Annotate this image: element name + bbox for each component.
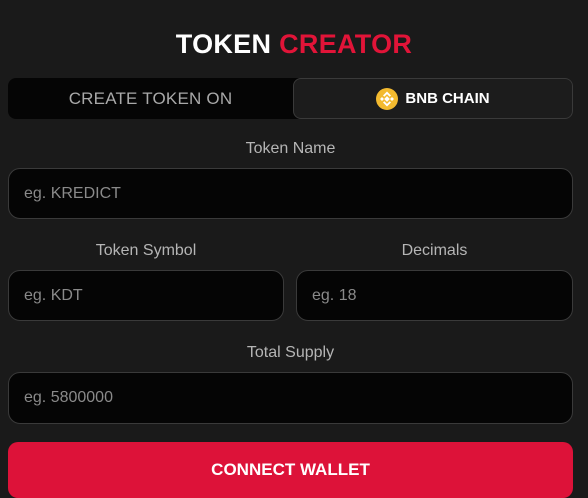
decimals-label: Decimals bbox=[401, 242, 468, 259]
total-supply-label: Total Supply bbox=[246, 344, 335, 361]
token-name-label: Token Name bbox=[245, 140, 336, 157]
title-part-token: TOKEN bbox=[175, 29, 272, 59]
chain-select-button[interactable]: BNB CHAIN bbox=[293, 78, 573, 119]
total-supply-input[interactable] bbox=[8, 372, 573, 424]
bnb-icon bbox=[376, 87, 399, 110]
token-symbol-input[interactable] bbox=[8, 270, 284, 321]
token-creator-panel: TOKEN CREATOR CREATE TOKEN ON BNB CHAIN bbox=[0, 0, 588, 498]
connect-wallet-button[interactable]: CONNECT WALLET bbox=[8, 442, 573, 498]
decimals-input[interactable] bbox=[296, 270, 573, 321]
chain-selector-row: CREATE TOKEN ON BNB CHAIN bbox=[8, 78, 573, 119]
page-title: TOKEN CREATOR bbox=[0, 28, 588, 60]
chain-selector-label: CREATE TOKEN ON bbox=[68, 88, 233, 108]
chain-select-label: BNB CHAIN bbox=[405, 90, 490, 107]
token-symbol-label: Token Symbol bbox=[95, 242, 197, 259]
title-part-creator: CREATOR bbox=[279, 29, 413, 59]
token-name-input[interactable] bbox=[8, 168, 573, 219]
